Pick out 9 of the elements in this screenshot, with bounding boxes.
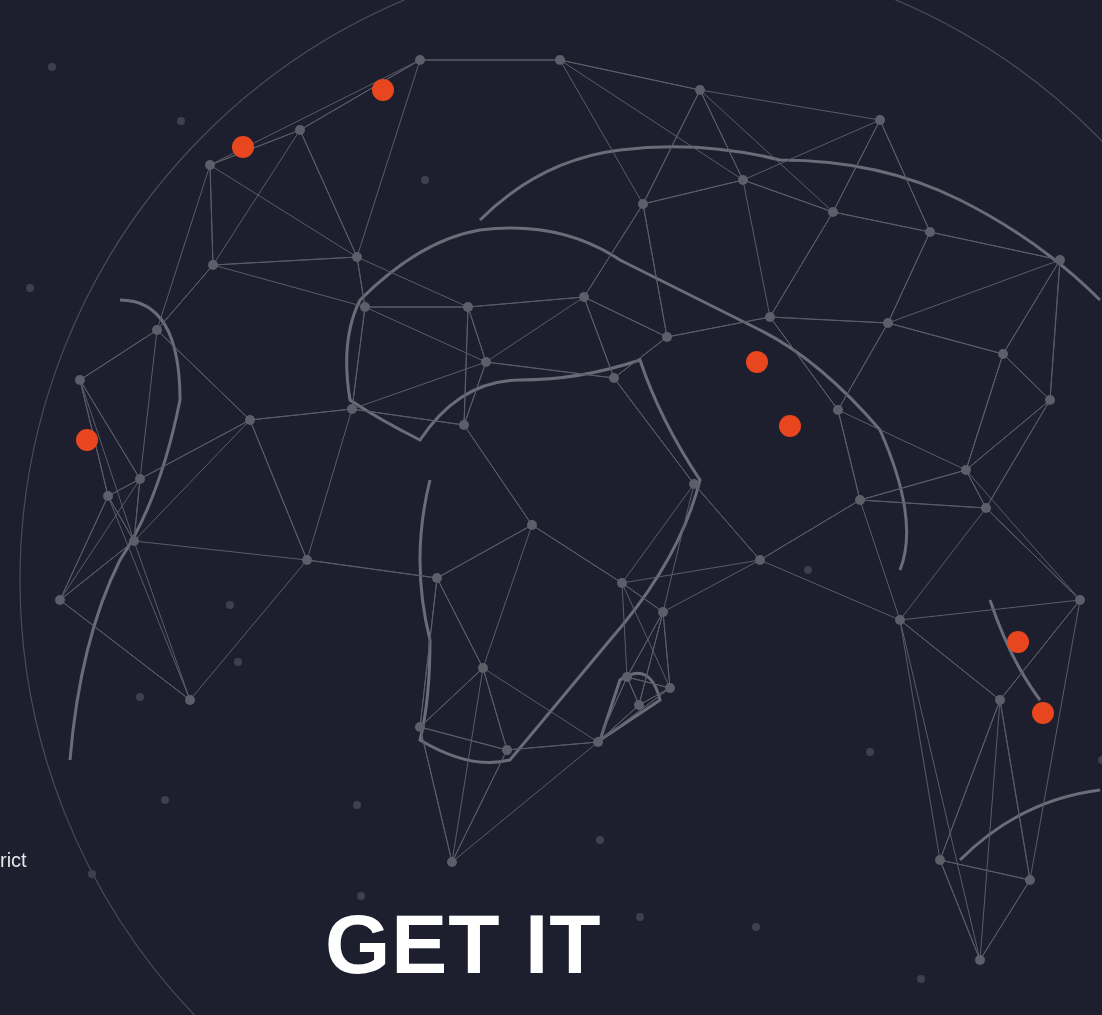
- location-dot: [76, 429, 98, 451]
- location-dot: [232, 136, 254, 158]
- location-dot: [746, 351, 768, 373]
- side-text: rict: [0, 848, 27, 873]
- location-dot: [1007, 631, 1029, 653]
- location-dot: [779, 415, 801, 437]
- location-dot: [1032, 702, 1054, 724]
- location-dot: [372, 79, 394, 101]
- heading: GET IT: [325, 902, 602, 986]
